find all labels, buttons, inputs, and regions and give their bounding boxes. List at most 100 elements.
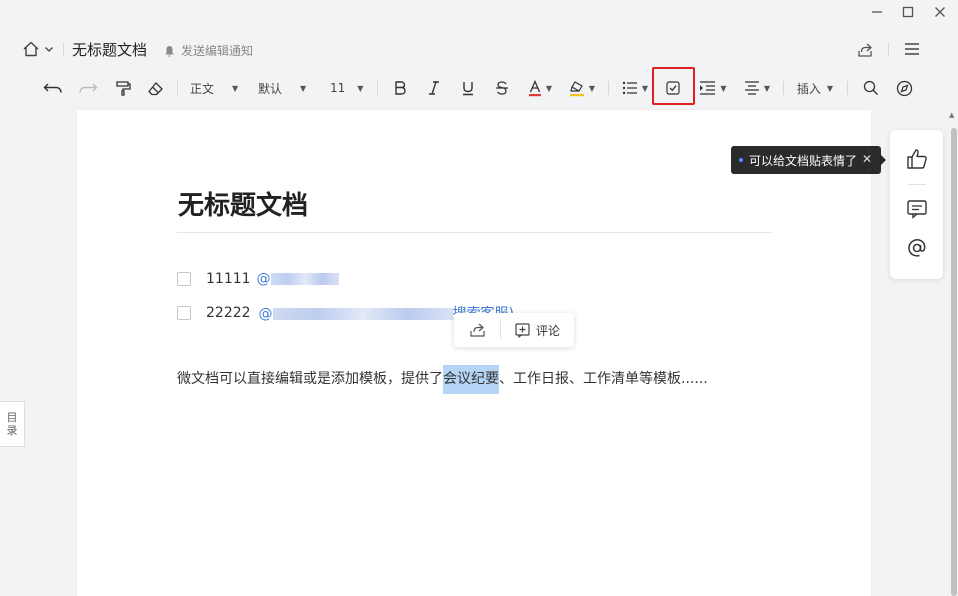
scroll-up-icon[interactable]: ▲ <box>949 111 954 119</box>
underline-button[interactable] <box>457 76 479 100</box>
font-color-button[interactable]: ▼ <box>526 76 554 100</box>
caret-down-icon: ▼ <box>641 83 649 93</box>
font-color-icon <box>528 79 541 96</box>
home-dropdown[interactable] <box>22 40 54 58</box>
format-painter-button[interactable] <box>112 76 134 100</box>
comment-icon <box>907 200 927 219</box>
task-text[interactable]: 22222 <box>206 305 251 321</box>
home-icon <box>23 41 39 57</box>
eraser-icon <box>147 81 163 95</box>
doc-assistant-button[interactable] <box>893 76 915 100</box>
toolbar-divider <box>377 81 378 95</box>
close-window-button[interactable] <box>928 3 952 21</box>
share-icon <box>858 43 872 57</box>
maximize-icon <box>902 6 914 18</box>
redo-button[interactable] <box>77 76 99 100</box>
compass-icon <box>896 80 912 96</box>
paragraph-style-value: 正文 <box>190 81 215 96</box>
task-text[interactable]: 11111 <box>206 271 251 287</box>
mention-button[interactable] <box>907 238 927 262</box>
body-paragraph[interactable]: 微文档可以直接编辑或是添加模板，提供了会议纪要、工作日报、工作清单等模板....… <box>177 365 708 394</box>
toolbar-divider <box>783 81 784 95</box>
minimize-button[interactable] <box>865 3 889 21</box>
comments-button[interactable] <box>907 200 927 223</box>
toolbar-divider <box>847 81 848 95</box>
font-size-select[interactable]: 11 ▼ <box>330 76 366 100</box>
caret-down-icon: ▼ <box>300 83 307 93</box>
mention-at: @ <box>258 306 273 322</box>
strikethrough-button[interactable] <box>491 76 513 100</box>
paragraph-text-before: 微文档可以直接编辑或是添加模板，提供了 <box>177 371 443 387</box>
caret-down-icon: ▼ <box>232 83 239 93</box>
mention-link[interactable]: @ <box>257 271 339 287</box>
toolbar-divider <box>608 81 609 95</box>
insert-menu-button[interactable]: 插入 ▼ <box>794 76 836 100</box>
undo-icon <box>43 83 62 93</box>
italic-icon <box>429 81 439 95</box>
blurred-name <box>272 308 453 320</box>
minimize-icon <box>872 11 882 13</box>
strikethrough-icon <box>496 81 508 95</box>
caret-down-icon: ▼ <box>720 83 727 93</box>
emoji-tooltip: 可以给文档贴表情了 ✕ <box>731 146 886 174</box>
thumbs-up-icon <box>907 149 927 169</box>
align-button[interactable]: ▼ <box>741 76 773 100</box>
font-family-value: 默认 <box>258 81 283 96</box>
mention-at: @ <box>256 271 271 287</box>
caret-down-icon: ▼ <box>545 83 553 93</box>
paragraph-style-select[interactable]: 正文 ▼ <box>190 76 244 100</box>
popup-share-button[interactable] <box>454 313 500 347</box>
search-icon <box>863 80 878 95</box>
bell-icon <box>165 45 174 57</box>
align-icon <box>744 81 759 95</box>
panel-divider <box>908 184 926 185</box>
underline-icon <box>463 82 473 96</box>
task-item: 11111 @ <box>177 271 339 287</box>
main-menu-button[interactable] <box>904 42 920 60</box>
caret-down-icon: ▼ <box>588 83 596 93</box>
scrollbar-thumb[interactable] <box>951 128 957 596</box>
maximize-button[interactable] <box>896 3 920 21</box>
header-doc-title[interactable]: 无标题文档 <box>72 39 147 60</box>
add-comment-icon <box>515 322 530 338</box>
bold-button[interactable] <box>389 76 411 100</box>
clear-format-button[interactable] <box>144 76 166 100</box>
task-checkbox[interactable] <box>177 272 191 286</box>
menu-icon <box>905 43 919 55</box>
bold-icon <box>395 81 406 95</box>
caret-down-icon: ▼ <box>763 83 771 93</box>
highlighter-icon <box>569 80 584 96</box>
close-icon[interactable]: ✕ <box>862 152 872 166</box>
font-size-value: 11 <box>330 81 346 95</box>
close-icon <box>935 7 945 17</box>
indent-button[interactable]: ▼ <box>697 76 729 100</box>
insert-label: 插入 <box>796 81 821 96</box>
task-checkbox[interactable] <box>177 306 191 320</box>
popup-comment-button[interactable]: 评论 <box>501 322 574 339</box>
font-family-select[interactable]: 默认 ▼ <box>258 76 312 100</box>
toolbar-divider <box>177 81 178 95</box>
outline-toggle[interactable]: 目 录 <box>0 401 25 447</box>
title-divider <box>177 232 771 233</box>
document-page[interactable] <box>77 110 871 596</box>
bullet-list-button[interactable]: ▼ <box>620 76 650 100</box>
share-button[interactable] <box>856 41 874 63</box>
side-action-panel <box>890 130 943 279</box>
header-divider-right <box>888 42 889 56</box>
notify-label: 发送编辑通知 <box>181 44 254 58</box>
document-title[interactable]: 无标题文档 <box>178 185 308 222</box>
paragraph-text-after: 、工作日报、工作清单等模板...... <box>499 371 708 387</box>
redo-icon <box>79 83 98 93</box>
outline-label-2: 录 <box>6 424 18 437</box>
notify-edit-button[interactable]: 发送编辑通知 <box>164 42 253 59</box>
italic-button[interactable] <box>423 76 445 100</box>
annotation-highlight-box <box>652 67 695 105</box>
undo-button[interactable] <box>42 76 64 100</box>
search-button[interactable] <box>860 76 882 100</box>
format-painter-icon <box>116 81 131 96</box>
blurred-name <box>270 273 339 285</box>
highlight-color-button[interactable]: ▼ <box>567 76 597 100</box>
like-button[interactable] <box>906 148 928 174</box>
tooltip-dot <box>739 158 743 162</box>
indent-icon <box>700 81 716 95</box>
